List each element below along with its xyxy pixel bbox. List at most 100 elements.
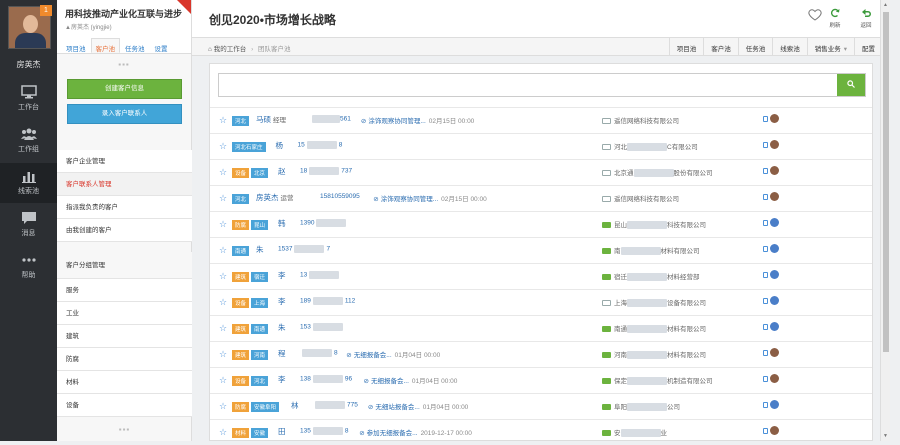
owner-avatar[interactable]: [770, 296, 779, 306]
rail-item-leads[interactable]: 线索池: [0, 163, 57, 203]
group-item[interactable]: 设备: [57, 394, 192, 417]
owner-cell[interactable]: [763, 114, 779, 124]
group-item[interactable]: 防腐: [57, 348, 192, 371]
contact-phone[interactable]: 561: [312, 115, 351, 123]
star-icon[interactable]: ☆: [219, 141, 227, 152]
menu-customer-contacts[interactable]: 客户联系人管理: [57, 173, 192, 196]
location-tag[interactable]: 河南: [251, 350, 269, 360]
owner-cell[interactable]: [763, 244, 779, 254]
category-tag[interactable]: 防腐: [232, 220, 250, 230]
refresh-button[interactable]: 刷新: [825, 8, 845, 29]
star-icon[interactable]: ☆: [219, 219, 227, 230]
contact-row[interactable]: ☆ 河北 马硕 经理 561 ⊘ 涂饰观察协同管理... 02月15日 00:00 遥信网络科技…: [210, 107, 872, 133]
contact-row[interactable]: ☆ 防腐 昆山韩 1390 昆山 科技有限公司: [210, 211, 872, 237]
follow-up-link[interactable]: ⊘ 涂饰观察协同管理... 02月15日 00:00: [361, 115, 474, 125]
nav-sales[interactable]: 销售业务 ▾: [806, 38, 854, 56]
group-item[interactable]: 服务: [57, 279, 192, 302]
contact-name[interactable]: 程: [278, 348, 286, 359]
owner-cell[interactable]: [763, 426, 779, 436]
company-name[interactable]: 保定 机制造有限公司: [602, 375, 713, 386]
contact-phone[interactable]: 1537 7: [278, 245, 330, 253]
nav-projects[interactable]: 项目池: [668, 38, 704, 56]
back-button[interactable]: 返回: [856, 8, 876, 29]
category-tag[interactable]: 材料: [232, 428, 250, 438]
contact-row[interactable]: ☆ 建筑 河南程 8 ⊘ 无细报备会... 01月04日 00:00 河南 材料有限公司: [210, 341, 872, 367]
rail-item-team[interactable]: 工作组: [0, 121, 57, 161]
tab-tasks[interactable]: 任务池: [120, 38, 150, 53]
owner-avatar[interactable]: [770, 270, 779, 280]
contact-name[interactable]: 林: [291, 400, 299, 411]
scroll-up-icon[interactable]: ▲: [883, 2, 888, 8]
contact-name[interactable]: 赵: [278, 166, 286, 177]
contact-name[interactable]: 李: [278, 270, 286, 281]
contact-phone[interactable]: 13: [300, 271, 341, 279]
owner-cell[interactable]: [763, 140, 779, 150]
owner-cell[interactable]: [763, 322, 779, 332]
location-tag[interactable]: 昆山: [251, 220, 269, 230]
category-tag[interactable]: 设备: [232, 298, 250, 308]
scroll-thumb[interactable]: [883, 12, 889, 352]
contact-phone[interactable]: 153: [300, 323, 345, 331]
company-name[interactable]: 南材料有限公司: [602, 245, 700, 256]
owner-avatar[interactable]: [770, 322, 779, 332]
owner-avatar[interactable]: [770, 400, 779, 410]
contact-row[interactable]: ☆ 设备 河北李 138 96 ⊘ 无细报备会... 01月04日 00:00 保定 机制造有限公…: [210, 367, 872, 393]
star-icon[interactable]: ☆: [219, 115, 227, 126]
category-tag[interactable]: 建筑: [232, 272, 250, 282]
owner-cell[interactable]: [763, 192, 779, 202]
scrollbar[interactable]: ▲ ▼: [880, 0, 890, 441]
contact-phone[interactable]: 15810559095: [320, 193, 360, 200]
owner-avatar[interactable]: [770, 140, 779, 150]
contact-name[interactable]: 朱: [256, 244, 264, 255]
company-name[interactable]: 河南 材料有限公司: [602, 349, 706, 360]
collapse-handle-icon[interactable]: ▪▪▪: [57, 60, 191, 70]
group-item[interactable]: 工业: [57, 302, 192, 325]
location-tag[interactable]: 南通: [232, 246, 250, 256]
company-name[interactable]: 安业: [602, 427, 667, 438]
create-customer-button[interactable]: 创建客户信息: [67, 79, 182, 99]
location-tag[interactable]: 河北: [232, 116, 250, 126]
tab-customers[interactable]: 客户池: [90, 38, 120, 53]
contact-phone[interactable]: 138 96: [300, 375, 352, 383]
contact-row[interactable]: ☆ 建筑 南通朱 153 南通 材料有限公司: [210, 315, 872, 341]
location-tag[interactable]: 南通: [251, 324, 269, 334]
owner-cell[interactable]: [763, 348, 779, 358]
owner-cell[interactable]: [763, 400, 779, 410]
contact-row[interactable]: ☆ 设备 上海李 189 112 上海 设备有限公司: [210, 289, 872, 315]
owner-cell[interactable]: [763, 296, 779, 306]
contact-row[interactable]: ☆ 南通朱 1537 7 南材料有限公司: [210, 237, 872, 263]
menu-customer-companies[interactable]: 客户企业管理: [57, 150, 192, 173]
follow-up-link[interactable]: ⊘ 无细报备会... 01月04日 00:00: [346, 349, 440, 359]
owner-avatar[interactable]: [770, 192, 779, 202]
contact-name[interactable]: 李: [278, 296, 286, 307]
location-tag[interactable]: 宿迁: [251, 272, 269, 282]
tab-settings[interactable]: 设置: [150, 38, 173, 53]
bottom-handle-icon[interactable]: ▪▪▪: [57, 425, 192, 435]
company-name[interactable]: 南通 材料有限公司: [602, 323, 706, 334]
menu-assigned-to-me[interactable]: 指派我负责的客户: [57, 196, 192, 219]
category-tag[interactable]: 设备: [232, 168, 250, 178]
star-icon[interactable]: ☆: [219, 375, 227, 386]
search-button[interactable]: [837, 74, 865, 96]
category-tag[interactable]: 建筑: [232, 324, 250, 334]
owner-cell[interactable]: [763, 270, 779, 280]
company-name[interactable]: 阜阳 公司: [602, 401, 680, 412]
company-name[interactable]: 北京通 股份有限公司: [602, 167, 713, 178]
category-tag[interactable]: 建筑: [232, 350, 250, 360]
company-name[interactable]: 昆山 科技有限公司: [602, 219, 706, 230]
location-tag[interactable]: 安徽阜阳: [251, 402, 280, 412]
contact-name[interactable]: 杨: [276, 140, 284, 151]
tab-projects[interactable]: 项目池: [61, 38, 91, 53]
contact-row[interactable]: ☆ 防腐 安徽阜阳林 775 ⊘ 无细站报备会... 01月04日 00:00 阜阳 公司: [210, 393, 872, 419]
company-name[interactable]: 遥信网络科技有限公司: [602, 115, 679, 125]
nav-tasks[interactable]: 任务池: [737, 38, 773, 56]
nav-config[interactable]: 配置: [854, 38, 882, 56]
contact-name[interactable]: 韩: [278, 218, 286, 229]
contact-phone[interactable]: 775: [313, 401, 358, 409]
contact-row[interactable]: ☆ 河北石家庄杨 15 8 河北 C有限公司: [210, 133, 872, 159]
contact-phone[interactable]: 15 8: [298, 141, 342, 149]
location-tag[interactable]: 上海: [251, 298, 269, 308]
rail-item-messages[interactable]: 消息: [0, 205, 57, 245]
star-icon[interactable]: ☆: [219, 349, 227, 360]
contact-phone[interactable]: 8: [300, 349, 338, 357]
